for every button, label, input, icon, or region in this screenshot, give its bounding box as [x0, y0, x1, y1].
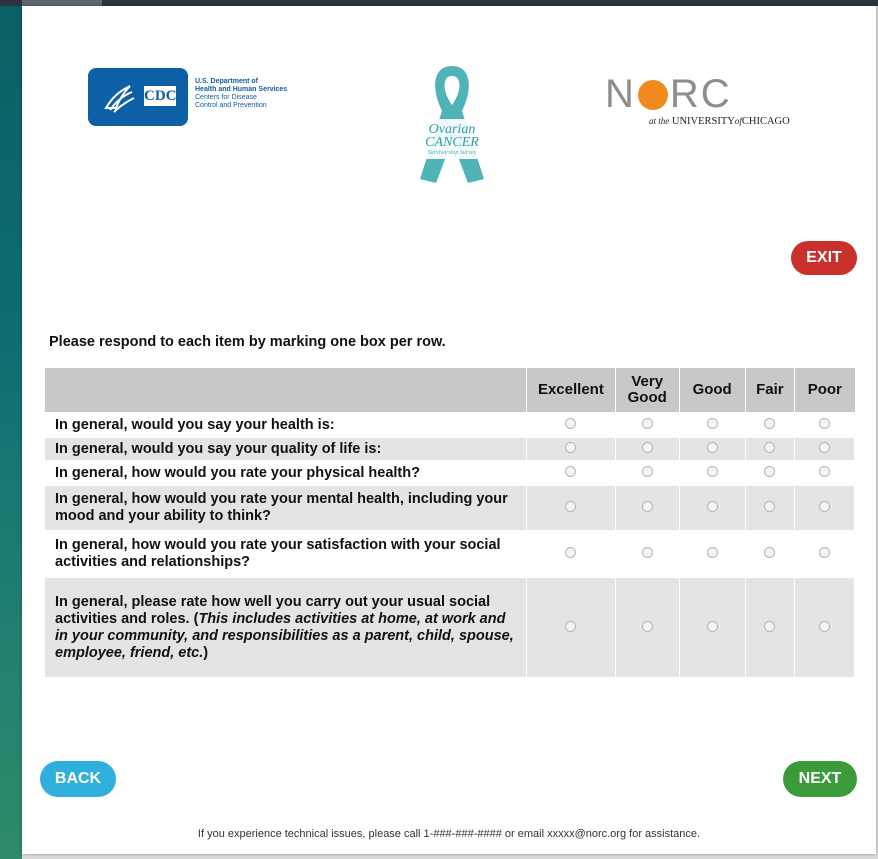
radio-q1-fair[interactable]	[764, 418, 776, 429]
hhs-eagle-icon	[104, 85, 135, 113]
ribbon-title-line2: CANCER	[425, 135, 479, 150]
cdc-logo: CDC U.S. Department of Health and Human …	[88, 68, 318, 128]
question-text-1: In general, would you say your health is…	[45, 412, 528, 437]
radio-q6-poor[interactable]	[819, 620, 831, 632]
radio-q6-good[interactable]	[706, 620, 718, 632]
col-header-good: Good	[679, 368, 746, 413]
norc-letter-n: N	[605, 72, 636, 116]
norc-of: of	[734, 116, 742, 126]
norc-university-line: at the UNIVERSITYofCHICAGO	[649, 116, 790, 127]
question-text-5: In general, how would you rate your sati…	[45, 530, 528, 577]
norc-university: UNIVERSITY	[671, 116, 735, 127]
back-button[interactable]: BACK	[40, 761, 116, 797]
footer-help-text: If you experience technical issues, plea…	[197, 828, 701, 840]
question-row-1: In general, would you say your health is…	[45, 412, 855, 437]
question-text-4: In general, how would you rate your ment…	[45, 484, 528, 531]
norc-logo: N RC at the UNIVERSITYofCHICAGO	[597, 74, 817, 134]
norc-at-the: at the	[649, 116, 670, 126]
radio-q2-poor[interactable]	[819, 442, 831, 453]
radio-q2-fair[interactable]	[764, 442, 776, 453]
radio-q3-very-good[interactable]	[641, 466, 653, 477]
radio-q1-excellent[interactable]	[565, 418, 577, 429]
grid-header-row: Excellent Very Good Good Fair Poor	[45, 368, 855, 413]
radio-q1-good[interactable]	[706, 418, 718, 429]
question-6-close: )	[203, 644, 209, 661]
radio-q4-excellent[interactable]	[565, 501, 577, 512]
radio-q3-poor[interactable]	[819, 466, 831, 477]
question-row-6: In general, please rate how well you car…	[45, 576, 855, 677]
col-header-excellent: Excellent	[526, 368, 616, 413]
hhs-department-text: U.S. Department of Health and Human Serv…	[195, 78, 325, 110]
question-row-2: In general, would you say your quality o…	[45, 436, 855, 461]
radio-q4-very-good[interactable]	[641, 501, 653, 512]
radio-q5-good[interactable]	[706, 547, 718, 558]
col-header-fair: Fair	[745, 368, 796, 413]
radio-q4-fair[interactable]	[764, 501, 776, 512]
survey-page: CDC U.S. Department of Health and Human …	[22, 6, 876, 854]
instructions-text: Please respond to each item by marking o…	[49, 334, 446, 350]
question-text-6: In general, please rate how well you car…	[45, 576, 528, 677]
col-header-poor: Poor	[794, 368, 855, 413]
col-header-very: Very	[631, 373, 664, 390]
col-header-good-second: Good	[627, 389, 667, 406]
norc-wordmark: N RC	[605, 74, 732, 114]
question-text-2: In general, would you say your quality o…	[45, 436, 528, 461]
radio-q4-good[interactable]	[706, 501, 718, 512]
ribbon-subtitle: Survivorship Survey	[427, 150, 477, 156]
rating-grid: Excellent Very Good Good Fair Poor In gen…	[45, 368, 855, 677]
question-row-5: In general, how would you rate your sati…	[45, 530, 855, 577]
ovarian-cancer-survey-logo: Ovarian CANCER Survivorship Survey	[402, 61, 502, 186]
radio-q6-fair[interactable]	[764, 620, 776, 632]
grid-header-blank	[45, 368, 528, 413]
next-button[interactable]: NEXT	[783, 761, 857, 797]
radio-q1-very-good[interactable]	[641, 418, 653, 429]
norc-star-icon	[637, 80, 668, 110]
question-row-4: In general, how would you rate your ment…	[45, 484, 855, 531]
norc-letters-rc: RC	[669, 72, 732, 116]
radio-q1-poor[interactable]	[819, 418, 831, 429]
exit-button[interactable]: EXIT	[791, 241, 857, 275]
dept-line-4: Control and Prevention	[195, 102, 267, 109]
radio-q5-very-good[interactable]	[641, 547, 653, 558]
radio-q2-very-good[interactable]	[641, 442, 653, 453]
ribbon-title: Ovarian CANCER Survivorship Survey	[402, 123, 502, 157]
norc-chicago: CHICAGO	[741, 116, 790, 127]
radio-q3-good[interactable]	[706, 466, 718, 477]
radio-q5-fair[interactable]	[764, 547, 776, 558]
radio-q6-excellent[interactable]	[565, 620, 577, 632]
radio-q3-excellent[interactable]	[565, 466, 577, 477]
radio-q2-good[interactable]	[706, 442, 718, 453]
radio-q2-excellent[interactable]	[565, 442, 577, 453]
radio-q4-poor[interactable]	[819, 501, 831, 512]
dept-line-1: U.S. Department of	[195, 78, 259, 85]
dept-line-3: Centers for Disease	[195, 94, 257, 101]
window-background-left	[0, 0, 22, 859]
cdc-logo-box: CDC	[88, 68, 188, 126]
radio-q6-very-good[interactable]	[641, 620, 653, 632]
cdc-wordmark: CDC	[144, 86, 177, 106]
question-row-3: In general, how would you rate your phys…	[45, 460, 855, 485]
radio-q5-poor[interactable]	[819, 547, 831, 558]
col-header-very-good: Very Good	[615, 368, 680, 413]
dept-line-2: Health and Human Services	[195, 86, 288, 93]
radio-q5-excellent[interactable]	[565, 547, 577, 558]
radio-q3-fair[interactable]	[764, 466, 776, 477]
question-text-3: In general, how would you rate your phys…	[45, 460, 528, 485]
